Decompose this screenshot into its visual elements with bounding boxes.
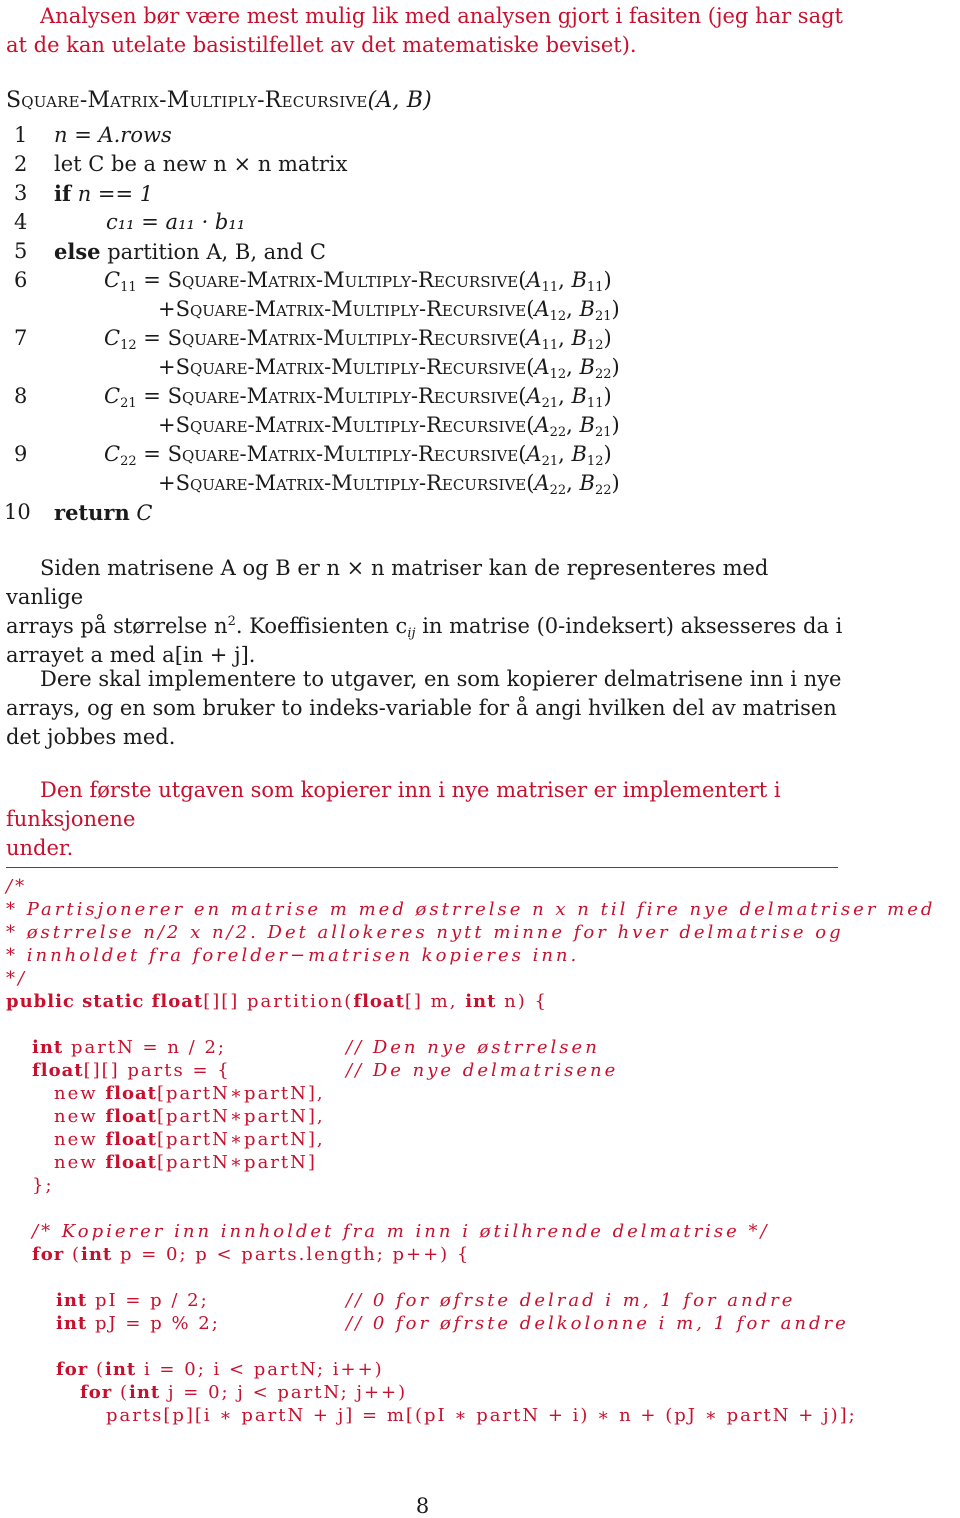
line-text: C12 = Square-Matrix-Multiply-Recursive(A… xyxy=(104,326,612,353)
line-number: 10 xyxy=(4,500,31,524)
code-line: /* xyxy=(6,875,27,898)
line-number: 4 xyxy=(14,210,28,234)
code-keyword: int xyxy=(56,1313,88,1334)
code-keyword: float xyxy=(353,991,405,1012)
code-keyword: int xyxy=(80,1244,113,1265)
line-number: 1 xyxy=(14,123,28,147)
line-number: 3 xyxy=(14,181,28,205)
line-text: C22 = Square-Matrix-Multiply-Recursive(A… xyxy=(104,442,612,469)
algorithm-name: Square-Matrix-Multiply-Recursive xyxy=(6,88,368,113)
code-keyword: float xyxy=(105,1152,157,1173)
paragraph-line: arrays på størrelse n2. Koeffisienten ci… xyxy=(6,614,843,641)
line-text: partition A, B, and C xyxy=(107,240,326,264)
intro-note-line-2: at de kan utelate basistilfellet av det … xyxy=(6,33,637,57)
algorithm-title: Square-Matrix-Multiply-Recursive(A, B) xyxy=(6,88,432,113)
code-comment: // Den nye østrrelsen xyxy=(346,1037,600,1058)
code-line: for (int p = 0; p < parts.length; p++) { xyxy=(32,1244,471,1265)
code-keyword: float xyxy=(105,1106,157,1127)
keyword-return: return xyxy=(54,500,130,525)
keyword-else: else xyxy=(54,239,101,264)
keyword-if: if xyxy=(54,181,72,206)
line-text: c₁₁ = a₁₁ · b₁₁ xyxy=(106,210,246,234)
code-line: * østrrelse n/2 x n/2. Det allokeres nyt… xyxy=(6,921,844,944)
code-keyword: float xyxy=(105,1129,157,1150)
code-keyword: int xyxy=(32,1037,64,1058)
code-line: }; xyxy=(32,1175,54,1196)
code-comment: /* Kopierer inn innholdet fra m inn i øt… xyxy=(32,1221,770,1242)
paragraph-two-versions: Dere skal implementere to utgaver, en so… xyxy=(6,665,846,752)
line-text: +Square-Matrix-Multiply-Recursive(A12, B… xyxy=(158,355,620,382)
line-text: C21 = Square-Matrix-Multiply-Recursive(A… xyxy=(104,384,612,411)
code-comment: // De nye delmatrisene xyxy=(346,1060,619,1081)
code-keyword: int xyxy=(128,1382,161,1403)
code-keyword: int xyxy=(465,991,497,1012)
line-text: +Square-Matrix-Multiply-Recursive(A12, B… xyxy=(158,297,620,324)
code-line: /* Kopierer inn innholdet fra m inn i øt… xyxy=(32,1220,770,1243)
paragraph-line: Den første utgaven som kopierer inn i ny… xyxy=(6,778,781,831)
code-keyword: for xyxy=(80,1382,113,1403)
paragraph-line: Siden matrisene A og B er n × n matriser… xyxy=(6,556,769,609)
line-number: 5 xyxy=(14,239,28,263)
code-line: int pI = p / 2;// 0 for øfrste delrad i … xyxy=(56,1290,796,1311)
code-line: new float[partN∗partN], xyxy=(54,1083,325,1104)
code-line: new float[partN∗partN] xyxy=(54,1152,317,1173)
code-line: int partN = n / 2;// Den nye østrrelsen xyxy=(32,1037,600,1058)
code-comment: * østrrelse n/2 x n/2. Det allokeres nyt… xyxy=(6,922,844,943)
paragraph-array-representation: Siden matrisene A og B er n × n matriser… xyxy=(6,554,846,670)
line-text: +Square-Matrix-Multiply-Recursive(A22, B… xyxy=(158,471,620,498)
code-keyword: int xyxy=(104,1359,137,1380)
code-line: float[][] parts = {// De nye delmatrisen… xyxy=(32,1060,619,1081)
line-text: n = A.rows xyxy=(54,123,172,147)
paragraph-first-version-note: Den første utgaven som kopierer inn i ny… xyxy=(6,776,886,863)
intro-note-line-1: Analysen bør være mest mulig lik med ana… xyxy=(40,4,843,28)
code-line: * innholdet fra forelder−matrisen kopier… xyxy=(6,944,579,967)
code-line: public static float[][] partition(float[… xyxy=(6,991,548,1012)
code-keyword: public static float xyxy=(6,991,204,1012)
line-number: 6 xyxy=(14,268,28,292)
code-comment: // 0 for øfrste delkolonne i m, 1 for an… xyxy=(346,1313,849,1334)
code-keyword: for xyxy=(56,1359,89,1380)
page-number: 8 xyxy=(415,1494,430,1518)
code-line: parts[p][i ∗ partN + j] = m[(pI ∗ partN … xyxy=(106,1405,857,1426)
line-number: 9 xyxy=(14,442,28,466)
algorithm-args: (A, B) xyxy=(367,88,432,113)
code-comment: * innholdet fra forelder−matrisen kopier… xyxy=(6,945,580,966)
line-text: +Square-Matrix-Multiply-Recursive(A22, B… xyxy=(158,413,620,440)
code-keyword: for xyxy=(32,1244,65,1265)
line-number: 2 xyxy=(14,152,28,176)
paragraph-line: under. xyxy=(6,836,74,860)
code-keyword: float xyxy=(32,1060,84,1081)
horizontal-rule xyxy=(6,867,838,868)
code-comment: */ xyxy=(6,968,28,989)
line-number: 8 xyxy=(14,384,28,408)
code-comment: * Partisjonerer en matrise m med østrrel… xyxy=(6,899,936,920)
code-line: for (int j = 0; j < partN; j++) xyxy=(80,1382,408,1403)
paragraph-line: det jobbes med. xyxy=(6,725,176,749)
code-keyword: float xyxy=(105,1083,157,1104)
code-comment: // 0 for øfrste delrad i m, 1 for andre xyxy=(346,1290,796,1311)
code-line: new float[partN∗partN], xyxy=(54,1106,325,1127)
paragraph-line: arrays, og en som bruker to indeks-varia… xyxy=(6,696,837,720)
code-line: * Partisjonerer en matrise m med østrrel… xyxy=(6,898,935,921)
paragraph-line: Dere skal implementere to utgaver, en so… xyxy=(40,667,842,691)
code-line: for (int i = 0; i < partN; i++) xyxy=(56,1359,384,1380)
code-line: */ xyxy=(6,967,27,990)
line-text: C11 = Square-Matrix-Multiply-Recursive(A… xyxy=(104,268,612,295)
line-text: let C be a new n × n matrix xyxy=(54,152,348,176)
line-text: C xyxy=(136,501,153,525)
code-keyword: int xyxy=(56,1290,88,1311)
code-line: int pJ = p % 2;// 0 for øfrste delkolonn… xyxy=(56,1313,849,1334)
line-number: 7 xyxy=(14,326,28,350)
line-text: n == 1 xyxy=(77,182,154,206)
code-line: new float[partN∗partN], xyxy=(54,1129,325,1150)
code-comment: /* xyxy=(6,876,28,897)
intro-note: Analysen bør være mest mulig lik med ana… xyxy=(6,2,846,60)
